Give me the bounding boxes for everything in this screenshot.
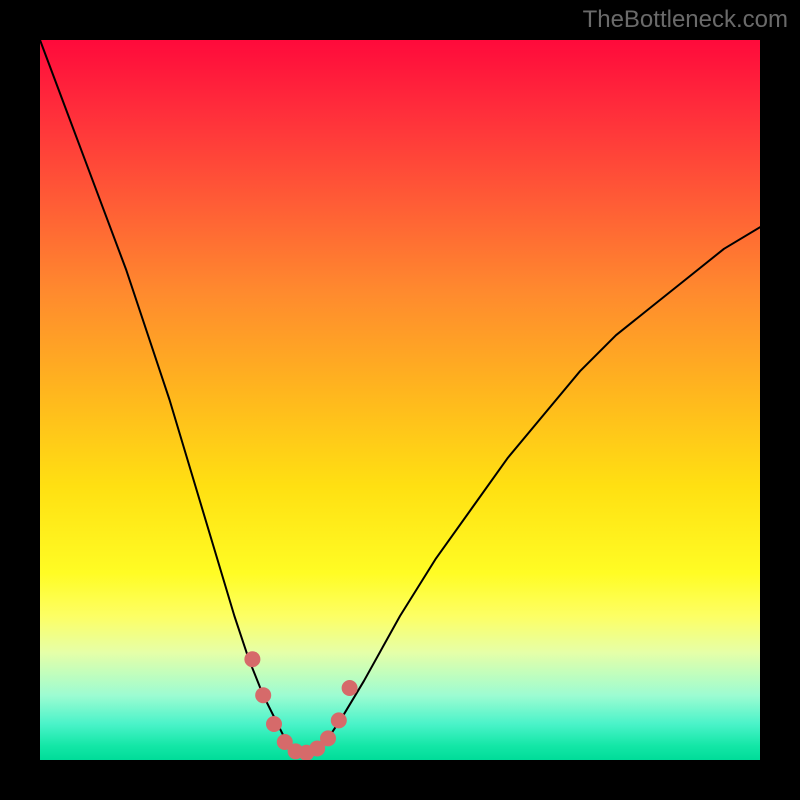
- chart-plot-area: [40, 40, 760, 760]
- highlight-marker: [342, 680, 358, 696]
- highlight-marker: [266, 716, 282, 732]
- highlight-marker: [255, 687, 271, 703]
- highlight-marker: [331, 712, 347, 728]
- highlight-marker: [320, 730, 336, 746]
- highlight-markers: [244, 651, 357, 760]
- bottleneck-curve-line: [40, 40, 760, 753]
- watermark-text: TheBottleneck.com: [583, 6, 788, 34]
- highlight-marker: [244, 651, 260, 667]
- chart-svg: [40, 40, 760, 760]
